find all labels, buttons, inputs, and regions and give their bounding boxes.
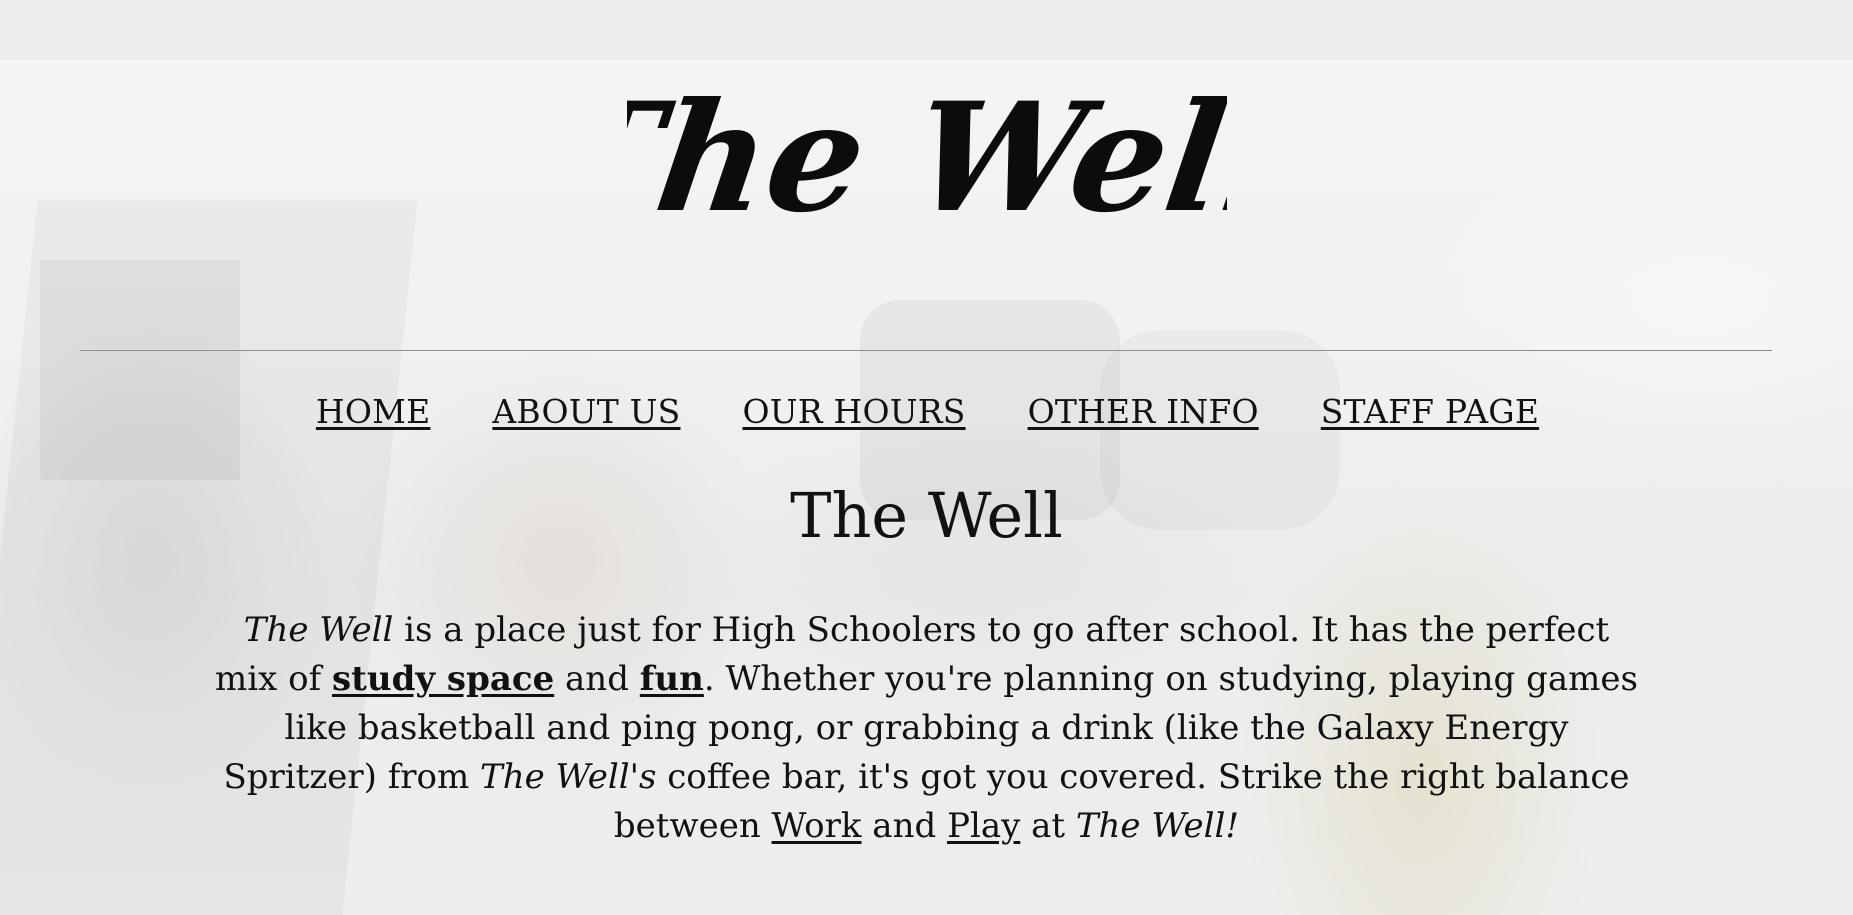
svg-text:The Well: The Well [627,70,1227,246]
intro-text-2: and [554,659,640,699]
brand-name-end: The Well! [1075,806,1240,846]
site-logo[interactable]: The Well [0,70,1853,250]
intro-text-6: at [1020,806,1076,846]
nav-home[interactable]: HOME [316,392,431,431]
nav-other-info[interactable]: OTHER INFO [1028,392,1259,431]
brand-name-possessive: The Well's [480,757,657,797]
header-divider [80,350,1772,351]
nav-staff-page[interactable]: STAFF PAGE [1321,392,1539,431]
intro-text-5: and [861,806,948,846]
study-space-link[interactable]: study space [332,659,554,699]
fun-link[interactable]: fun [640,659,704,699]
main-nav: HOME ABOUT US OUR HOURS OTHER INFO STAFF… [0,392,1853,431]
page: The Well HOME ABOUT US OUR HOURS OTHER I… [0,0,1853,915]
brand-name: The Well [243,610,394,650]
page-title: The Well [790,479,1063,552]
work-link[interactable]: Work [772,806,862,846]
nav-our-hours[interactable]: OUR HOURS [742,392,965,431]
nav-about-us[interactable]: ABOUT US [492,392,680,431]
play-link[interactable]: Play [947,806,1020,846]
logo-script: The Well [627,70,1227,246]
intro-paragraph: The Well is a place just for High School… [212,606,1641,851]
